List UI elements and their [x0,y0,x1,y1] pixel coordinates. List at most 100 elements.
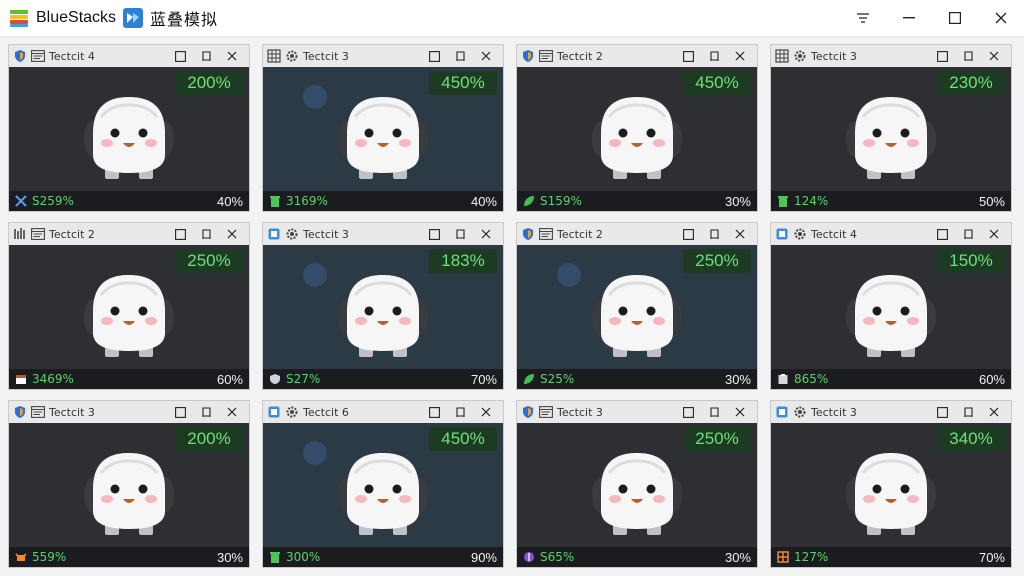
mascot-image [591,271,683,361]
tile-minimize-icon[interactable] [929,45,955,67]
tile-close-icon[interactable] [981,223,1007,245]
instance-tile[interactable]: Tectcit 3 250% S65% 30% [516,400,758,568]
cross-icon [15,195,27,207]
instance-screen[interactable]: 450% S159% 30% [517,67,757,211]
tile-percent: 40% [216,193,243,209]
instance-screen[interactable]: 200% S259% 40% [9,67,249,211]
instance-tile[interactable]: Tectcit 4 150% 865% 60% [770,222,1012,390]
tile-close-icon[interactable] [473,223,499,245]
instance-tile[interactable]: Tectcit 3 230% 124% 50% [770,44,1012,212]
tile-pin-icon[interactable] [193,401,219,423]
instance-tile[interactable]: Tectcit 3 340% 127% 70% [770,400,1012,568]
tile-minimize-icon[interactable] [167,401,193,423]
tile-close-icon[interactable] [727,45,753,67]
tile-title: Tectcit 3 [811,49,857,63]
tile-pin-icon[interactable] [447,401,473,423]
tile-minimize-icon[interactable] [167,223,193,245]
tile-close-icon[interactable] [727,401,753,423]
tile-header: Tectcit 4 [771,223,1011,245]
instance-tile[interactable]: Tectcit 3 200% 559% 30% [8,400,250,568]
tile-percent: 70% [978,549,1005,565]
instance-tile[interactable]: Tectcit 4 200% S259% 40% [8,44,250,212]
zoom-badge: 200% [175,71,243,95]
zoom-badge: 200% [175,427,243,451]
instance-screen[interactable]: 250% S25% 30% [517,245,757,389]
zoom-badge: 183% [429,249,497,273]
instance-screen[interactable]: 230% 124% 50% [771,67,1011,211]
instance-screen[interactable]: 200% 559% 30% [9,423,249,567]
instance-tile[interactable]: Tectcit 3 450% 3169% 40% [262,44,504,212]
tile-percent: 30% [724,371,751,387]
tile-close-icon[interactable] [219,401,245,423]
tile-title: Tectcit 2 [557,227,603,241]
instance-screen[interactable]: 250% 3469% 60% [9,245,249,389]
tile-close-icon[interactable] [219,45,245,67]
tile-close-icon[interactable] [473,401,499,423]
tile-close-icon[interactable] [981,45,1007,67]
tile-minimize-icon[interactable] [675,223,701,245]
tile-pin-icon[interactable] [955,401,981,423]
instance-screen[interactable]: 340% 127% 70% [771,423,1011,567]
tile-footer: 124% 50% [771,191,1011,211]
tile-minimize-icon[interactable] [167,45,193,67]
tile-minimize-icon[interactable] [675,401,701,423]
window-icon [31,49,45,63]
mascot-image [83,93,175,183]
instance-screen[interactable]: 450% 3169% 40% [263,67,503,211]
tile-title: Tectcit 3 [557,405,603,419]
tile-pin-icon[interactable] [701,223,727,245]
instance-screen[interactable]: 150% 865% 60% [771,245,1011,389]
tile-close-icon[interactable] [219,223,245,245]
instance-tile[interactable]: Tectcit 3 183% S27% 70% [262,222,504,390]
shield-icon [521,227,535,241]
grid-icon [775,49,789,63]
mascot-image [845,449,937,539]
tile-percent: 30% [724,193,751,209]
tile-pin-icon[interactable] [701,45,727,67]
instance-tile[interactable]: Tectcit 6 450% 300% 90% [262,400,504,568]
close-icon[interactable] [978,0,1024,36]
tile-minimize-icon[interactable] [421,45,447,67]
tile-title: Tectcit 3 [303,227,349,241]
tile-pin-icon[interactable] [955,223,981,245]
tile-footer: 127% 70% [771,547,1011,567]
tile-title: Tectcit 4 [49,49,95,63]
tile-pin-icon[interactable] [955,45,981,67]
gem-icon [523,551,535,563]
instance-tile[interactable]: Tectcit 2 250% S25% 30% [516,222,758,390]
tile-pin-icon[interactable] [701,401,727,423]
zoom-badge: 150% [937,249,1005,273]
instance-screen[interactable]: 450% 300% 90% [263,423,503,567]
tile-percent: 30% [216,549,243,565]
instance-screen[interactable]: 250% S65% 30% [517,423,757,567]
zoom-badge: 450% [429,71,497,95]
instance-screen[interactable]: 183% S27% 70% [263,245,503,389]
tile-minimize-icon[interactable] [929,401,955,423]
tile-pin-icon[interactable] [193,45,219,67]
trash-icon [269,551,281,563]
tile-close-icon[interactable] [727,223,753,245]
zoom-badge: 450% [429,427,497,451]
tile-pin-icon[interactable] [447,45,473,67]
minimize-icon[interactable] [886,0,932,36]
instance-tile[interactable]: Tectcit 2 250% 3469% 60% [8,222,250,390]
tile-header: Tectcit 3 [263,223,503,245]
shield-icon [521,405,535,419]
tile-pin-icon[interactable] [447,223,473,245]
tile-header: Tectcit 4 [9,45,249,67]
instance-tile[interactable]: Tectcit 2 450% S159% 30% [516,44,758,212]
tile-minimize-icon[interactable] [675,45,701,67]
menu-icon[interactable] [840,0,886,36]
window-icon [31,227,45,241]
tile-minimize-icon[interactable] [929,223,955,245]
tile-close-icon[interactable] [981,401,1007,423]
maximize-icon[interactable] [932,0,978,36]
gear-icon [793,49,807,63]
gear-icon [285,405,299,419]
tile-minimize-icon[interactable] [421,401,447,423]
square-icon [775,227,789,241]
tile-close-icon[interactable] [473,45,499,67]
mascot-image [337,93,429,183]
tile-pin-icon[interactable] [193,223,219,245]
tile-minimize-icon[interactable] [421,223,447,245]
